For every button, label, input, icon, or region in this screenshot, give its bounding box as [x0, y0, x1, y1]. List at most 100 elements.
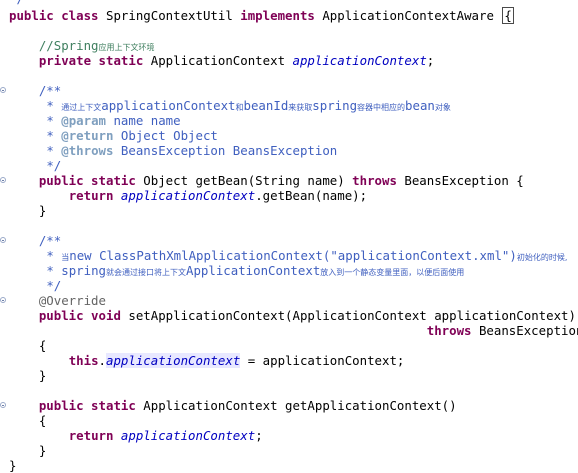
code-token: ApplicationContext [150, 53, 293, 68]
code-line[interactable]: /** [9, 233, 61, 248]
code-line[interactable]: */ [9, 278, 61, 293]
code-token: public static [38, 173, 144, 188]
code-token: * [46, 143, 62, 158]
code-token: = applicationContext; [240, 353, 405, 368]
code-token: applicationContext [292, 53, 427, 68]
code-token: 和 [235, 103, 244, 112]
code-line[interactable]: * spring就会通过接口将上下文ApplicationContext放入到一… [9, 263, 464, 278]
code-line[interactable]: @Override [9, 293, 106, 308]
code-token: private static [38, 53, 151, 68]
fold-collapse-icon[interactable] [0, 87, 6, 93]
code-line[interactable]: { [9, 413, 46, 428]
code-token: * [46, 248, 62, 263]
code-token: bean [405, 98, 435, 113]
code-token: 放入到一个静态变量里面，以便后面使用 [320, 268, 465, 277]
code-token: } [9, 443, 47, 458]
code-line[interactable]: * 当new ClassPathXmlApplicationContext("a… [9, 248, 567, 263]
code-token: return [68, 188, 121, 203]
code-line[interactable]: throws BeansException [9, 323, 578, 338]
code-token: //Spring [38, 38, 99, 53]
code-token: * [46, 128, 62, 143]
code-token: * [46, 113, 62, 128]
code-token: { [502, 7, 514, 24]
code-token: new ClassPathXmlApplicationContext("appl… [69, 248, 517, 263]
code-token: @Override [38, 293, 106, 308]
code-token: ApplicationContext getApplicationContext… [143, 398, 457, 413]
code-line[interactable]: return applicationContext.getBean(name); [9, 188, 367, 203]
fold-collapse-icon[interactable] [0, 177, 6, 183]
code-line[interactable]: return applicationContext; [9, 428, 263, 443]
code-token: return [68, 428, 121, 443]
editor-bottom-edge [0, 465, 578, 473]
code-token: { [9, 338, 47, 353]
code-line[interactable]: } [9, 203, 46, 218]
code-token: } [9, 368, 47, 383]
code-line[interactable]: //Spring应用上下文环境 [9, 38, 155, 53]
code-token: ; [426, 53, 435, 68]
code-line[interactable]: * @return Object Object [9, 128, 218, 143]
code-token: BeansException [478, 323, 578, 338]
code-token: ApplicationContextAware [322, 8, 502, 23]
code-token: .getBean(name); [255, 188, 368, 203]
fold-collapse-icon[interactable] [0, 297, 6, 303]
code-line[interactable]: public class SpringContextUtil implement… [9, 7, 514, 24]
code-token: 来获取 [288, 103, 313, 112]
code-token: * [46, 98, 62, 113]
code-line[interactable]: public void setApplicationContext(Applic… [9, 308, 576, 323]
code-token: 容器中相应的 [357, 103, 406, 112]
code-token: spring [312, 98, 358, 113]
code-token: implements [240, 8, 323, 23]
code-token: 初始化的时候, [516, 253, 568, 262]
code-line[interactable]: } [9, 368, 46, 383]
code-token: this [68, 353, 99, 368]
code-token: 应用上下文环境 [98, 43, 155, 52]
code-token: beanId [243, 98, 289, 113]
code-token: public static [38, 398, 144, 413]
code-token: throws [426, 323, 479, 338]
fold-collapse-icon[interactable] [0, 237, 6, 243]
fold-collapse-icon[interactable] [0, 402, 6, 408]
code-token: name name [106, 113, 181, 128]
code-line[interactable]: public static ApplicationContext getAppl… [9, 398, 457, 413]
code-line[interactable]: * 通过上下文applicationContext和beanId来获取sprin… [9, 98, 451, 113]
code-token: ; [255, 428, 263, 443]
code-line[interactable]: */ [9, 158, 61, 173]
code-token: @throws [61, 143, 114, 158]
comment-fragment: */ [9, 0, 24, 5]
code-token: @return [61, 128, 114, 143]
code-token: 通过上下文 [61, 103, 102, 112]
code-token: SpringContextUtil [105, 8, 241, 23]
code-line[interactable]: } [9, 443, 46, 458]
code-line[interactable]: public static Object getBean(String name… [9, 173, 524, 188]
code-token: /** [38, 233, 62, 248]
code-token: . [98, 353, 106, 368]
code-line[interactable]: * @throws BeansException BeansException [9, 143, 337, 158]
code-token: Object getBean(String name) [143, 173, 353, 188]
code-token: applicationContext [120, 428, 256, 443]
code-token: Object Object [113, 128, 218, 143]
code-token: /** [38, 83, 62, 98]
code-token: ApplicationContext [186, 263, 321, 278]
code-line[interactable]: /** [9, 83, 61, 98]
code-line[interactable]: this.applicationContext = applicationCon… [9, 353, 404, 368]
code-line[interactable]: * @param name name [9, 113, 181, 128]
code-token: 就会通过接口将上下文 [106, 268, 186, 277]
code-token: */ [46, 278, 62, 293]
code-line[interactable]: private static ApplicationContext applic… [9, 53, 434, 68]
code-line[interactable]: { [9, 338, 46, 353]
